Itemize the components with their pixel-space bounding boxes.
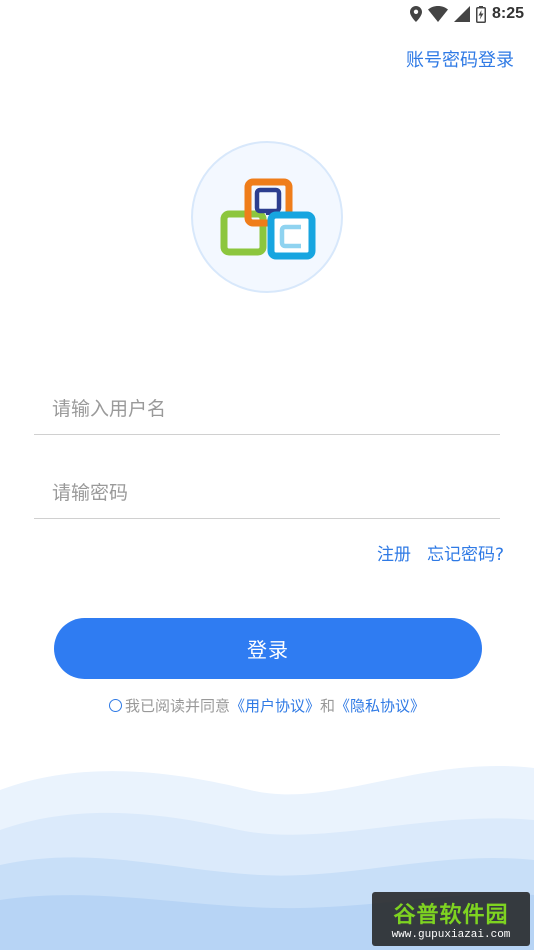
battery-icon <box>475 5 486 23</box>
password-input[interactable] <box>34 470 500 516</box>
watermark-url: www.gupuxiazai.com <box>391 929 511 941</box>
status-icons: 8:25 <box>409 4 524 24</box>
forgot-password-link[interactable]: 忘记密码? <box>427 540 504 565</box>
signal-icon <box>453 6 470 22</box>
agree-radio-button[interactable] <box>108 699 122 712</box>
agreement-prefix: 我已阅读并同意 <box>124 697 230 715</box>
password-field-wrapper <box>34 470 500 519</box>
agreement-conjunction: 和 <box>320 697 336 715</box>
account-password-login-link[interactable]: 账号密码登录 <box>406 46 514 72</box>
status-bar: 8:25 <box>0 0 534 28</box>
status-time: 8:25 <box>491 5 524 22</box>
agreement-row: 我已阅读并同意 《用户协议》 和 《隐私协议》 <box>0 695 534 716</box>
login-button[interactable]: 登录 <box>54 618 482 679</box>
location-icon <box>409 6 422 22</box>
username-field-wrapper <box>34 386 500 435</box>
watermark-title: 谷普软件园 <box>393 903 509 928</box>
username-input[interactable] <box>34 386 500 432</box>
user-agreement-link[interactable]: 《用户协议》 <box>230 695 320 716</box>
app-logo-icon <box>220 178 316 260</box>
privacy-policy-link[interactable]: 《隐私协议》 <box>335 695 425 716</box>
auth-links-row: 注册 忘记密码? <box>377 540 504 565</box>
wifi-icon <box>427 6 448 22</box>
app-logo <box>191 141 343 293</box>
watermark: 谷普软件园 www.gupuxiazai.com <box>372 892 530 946</box>
register-link[interactable]: 注册 <box>377 540 411 565</box>
